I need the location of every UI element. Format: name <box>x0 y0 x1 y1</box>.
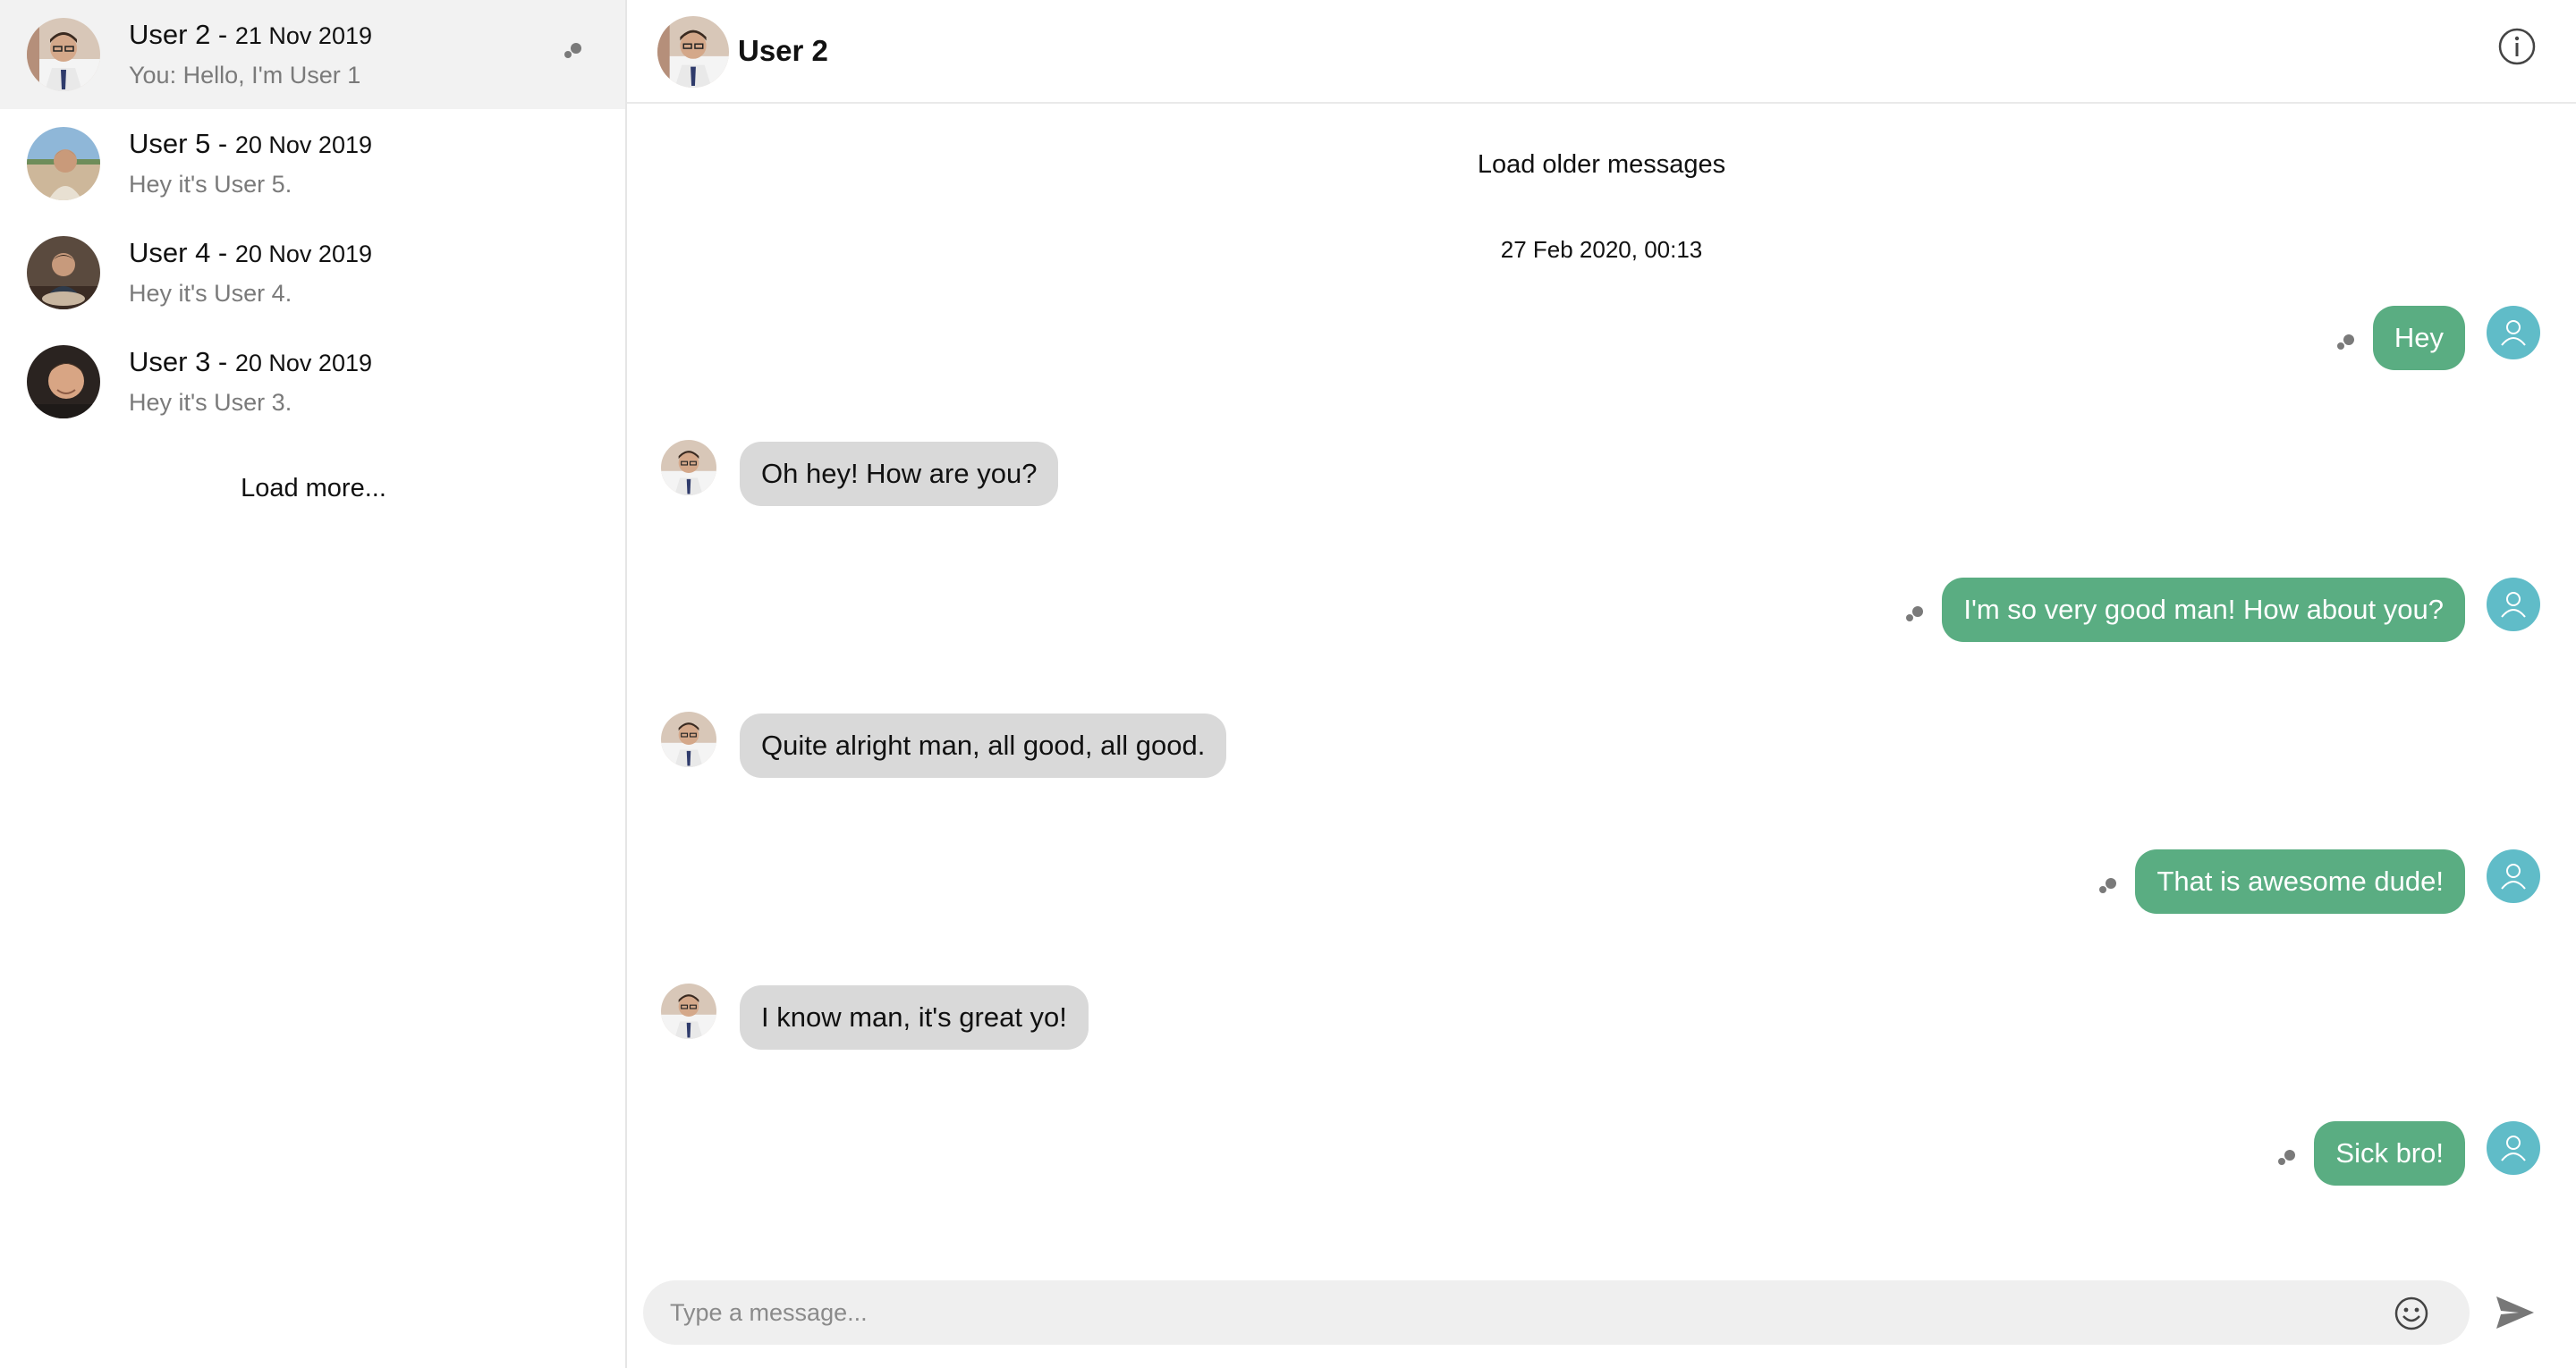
seen-indicator-icon <box>2278 1150 2298 1168</box>
message-bubble[interactable]: I'm so very good man! How about you? <box>1942 578 2465 642</box>
sender-avatar <box>661 984 716 1039</box>
message-incoming: I know man, it's great yo! <box>740 985 1089 1050</box>
user-outline-icon <box>2487 578 2540 631</box>
message-bubble[interactable]: I know man, it's great yo! <box>740 985 1089 1050</box>
conversation-name: User 3 <box>129 345 211 377</box>
message-bubble[interactable]: That is awesome dude! <box>2135 849 2465 914</box>
chat-pane: User 2 Load older messages 27 Feb 2020, … <box>627 0 2576 1368</box>
seen-indicator-icon <box>2336 334 2357 352</box>
conversation-date: 20 Nov 2019 <box>234 349 372 376</box>
conversation-title: User 2 - 21 Nov 2019 <box>129 17 372 54</box>
message-composer <box>643 1280 2470 1345</box>
conversation-title: User 5 - 20 Nov 2019 <box>129 126 372 163</box>
conversation-title: User 3 - 20 Nov 2019 <box>129 344 372 381</box>
conversation-preview: You: Hello, I'm User 1 <box>129 61 361 89</box>
conversation-preview: Hey it's User 5. <box>129 170 292 198</box>
separator: - <box>210 127 235 159</box>
message-outgoing: That is awesome dude! <box>2099 849 2465 914</box>
avatar-user-4 <box>27 236 100 309</box>
message-bubble[interactable]: Hey <box>2372 306 2465 370</box>
chat-title: User 2 <box>738 34 828 67</box>
seen-indicator-icon <box>1906 606 1926 624</box>
message-bubble[interactable]: Oh hey! How are you? <box>740 442 1059 506</box>
conversation-preview: Hey it's User 4. <box>129 279 292 307</box>
conversation-preview: Hey it's User 3. <box>129 388 292 416</box>
load-older-messages-button[interactable]: Load older messages <box>627 150 2576 180</box>
seen-indicator-icon <box>564 43 584 61</box>
conversation-list: User 2 - 21 Nov 2019 You: Hello, I'm Use… <box>0 0 627 1368</box>
conversation-item-user-4[interactable]: User 4 - 20 Nov 2019 Hey it's User 4. <box>0 218 625 327</box>
separator: - <box>210 345 235 377</box>
avatar-user-5 <box>27 127 100 200</box>
message-outgoing: Sick bro! <box>2278 1121 2465 1186</box>
send-icon[interactable] <box>2494 1293 2537 1332</box>
conversation-name: User 4 <box>129 236 211 268</box>
conversation-date: 20 Nov 2019 <box>234 240 372 267</box>
separator: - <box>210 236 235 268</box>
message-incoming: Oh hey! How are you? <box>740 442 1059 506</box>
conversation-date: 21 Nov 2019 <box>234 21 372 49</box>
message-bubble[interactable]: Sick bro! <box>2314 1121 2465 1186</box>
conversation-title: User 4 - 20 Nov 2019 <box>129 235 372 272</box>
chat-partner-avatar[interactable] <box>657 16 729 88</box>
avatar-user-2 <box>27 18 100 91</box>
messenger-app: User 2 - 21 Nov 2019 You: Hello, I'm Use… <box>0 0 2576 1368</box>
seen-indicator-icon <box>2099 878 2119 896</box>
message-input[interactable] <box>670 1280 2369 1345</box>
conversation-item-user-2[interactable]: User 2 - 21 Nov 2019 You: Hello, I'm Use… <box>0 0 625 109</box>
conversation-item-user-3[interactable]: User 3 - 20 Nov 2019 Hey it's User 3. <box>0 327 625 436</box>
chat-header: User 2 <box>627 0 2576 104</box>
emoji-icon[interactable] <box>2393 1295 2430 1332</box>
message-incoming: Quite alright man, all good, all good. <box>740 714 1227 778</box>
message-outgoing: Hey <box>2336 306 2465 370</box>
avatar-user-3 <box>27 345 100 418</box>
user-outline-icon <box>2487 849 2540 903</box>
message-bubble[interactable]: Quite alright man, all good, all good. <box>740 714 1227 778</box>
conversation-name: User 2 <box>129 18 211 50</box>
separator: - <box>210 18 235 50</box>
load-more-button[interactable]: Load more... <box>0 474 627 503</box>
user-outline-icon <box>2487 306 2540 359</box>
conversation-date: 20 Nov 2019 <box>234 131 372 158</box>
conversation-item-user-5[interactable]: User 5 - 20 Nov 2019 Hey it's User 5. <box>0 109 625 218</box>
message-outgoing: I'm so very good man! How about you? <box>1906 578 2465 642</box>
message-timestamp: 27 Feb 2020, 00:13 <box>1500 236 1703 263</box>
sender-avatar <box>661 712 716 767</box>
info-icon[interactable] <box>2497 27 2537 66</box>
sender-avatar <box>661 440 716 495</box>
conversation-name: User 5 <box>129 127 211 159</box>
user-outline-icon <box>2487 1121 2540 1175</box>
